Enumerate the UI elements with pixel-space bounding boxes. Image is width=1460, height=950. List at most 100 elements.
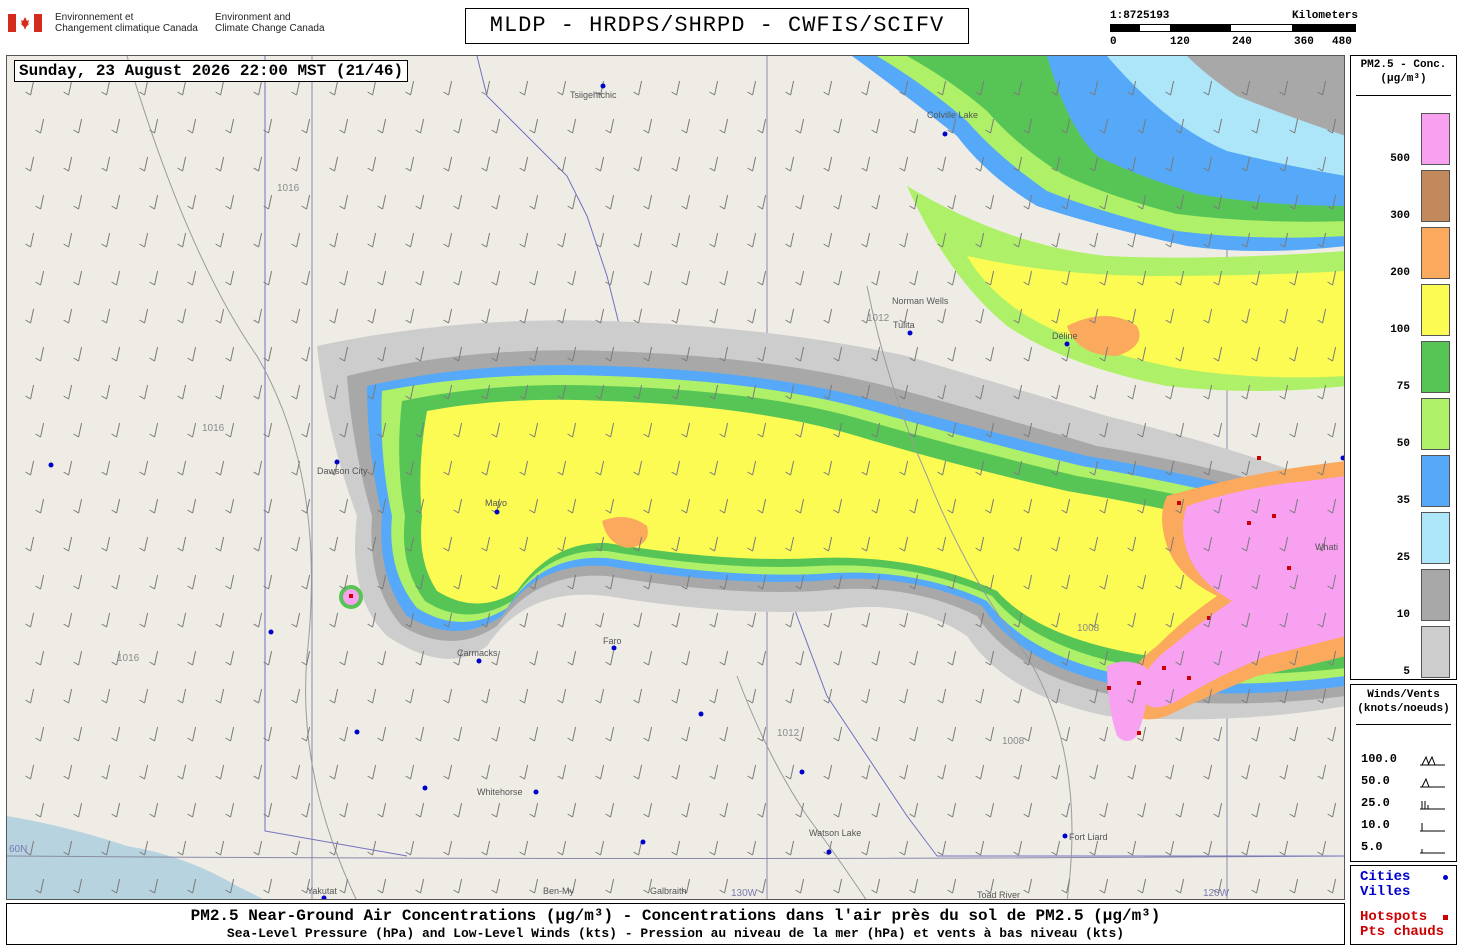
wind-barb <box>1137 878 1147 894</box>
wind-barb <box>73 118 83 134</box>
caption-line-2: Sea-Level Pressure (hPa) and Low-Level W… <box>226 926 1125 941</box>
wind-barb <box>101 460 111 476</box>
wind-barb <box>63 536 73 552</box>
wind-barb <box>177 460 187 476</box>
svg-text:Faro: Faro <box>603 636 622 646</box>
wind-barb <box>747 840 757 856</box>
wind-barb <box>377 802 387 818</box>
wind-barb <box>291 232 301 248</box>
wind-barb <box>605 650 615 666</box>
wind-barb <box>833 726 843 742</box>
wind-barb <box>101 688 111 704</box>
wind-barb <box>785 156 795 172</box>
wind-barb <box>757 270 767 286</box>
wind-barb <box>225 802 235 818</box>
wind-barb <box>557 80 567 96</box>
legend-swatch <box>1421 227 1450 279</box>
wind-barb <box>757 878 767 894</box>
wind-barb <box>605 878 615 894</box>
wind-barb <box>633 688 643 704</box>
wind-barb <box>643 726 653 742</box>
wind-barb <box>823 308 833 324</box>
wind-barb <box>215 308 225 324</box>
wind-barb <box>177 156 187 172</box>
wind-barb <box>291 764 301 780</box>
wind-barb <box>301 270 311 286</box>
wind-barb <box>1061 802 1071 818</box>
wind-barb <box>215 536 225 552</box>
wind-barb <box>453 194 463 210</box>
city-marker[interactable]: Tsiigehtchic <box>570 83 617 101</box>
wind-barb <box>35 726 45 742</box>
wind-barb <box>367 156 377 172</box>
wind-barb <box>871 270 881 286</box>
wind-barb <box>947 878 957 894</box>
wind-barb <box>785 840 795 856</box>
wind-barb <box>747 308 757 324</box>
city-marker[interactable]: Ben-My <box>543 886 575 896</box>
wind-barb <box>985 194 995 210</box>
map-canvas[interactable]: 1016 1016 1016 1012 1012 1008 1008 60N 1… <box>7 56 1345 900</box>
isobar-label: 1016 <box>117 653 140 664</box>
wind-barb-icon <box>1420 849 1445 854</box>
wind-barb <box>719 650 729 666</box>
wind-barb <box>139 308 149 324</box>
city-marker[interactable]: Tulita <box>893 320 915 336</box>
wind-barb <box>1165 840 1175 856</box>
wind-barb <box>671 688 681 704</box>
wind-barb <box>215 688 225 704</box>
isobar-label: 1016 <box>277 183 300 194</box>
city-marker[interactable]: Fort Liard <box>1062 832 1108 842</box>
legend-label: 35 <box>1396 495 1410 507</box>
map-panel[interactable]: 1016 1016 1016 1012 1012 1008 1008 60N 1… <box>6 55 1345 900</box>
wind-barb <box>139 612 149 628</box>
wind-barb <box>329 308 339 324</box>
city-marker[interactable]: Whitehorse <box>477 787 539 797</box>
city-marker[interactable]: Watson Lake <box>809 828 861 855</box>
wind-barb <box>339 118 349 134</box>
city-marker[interactable]: Norman Wells <box>892 296 949 306</box>
city-marker[interactable]: Carmacks <box>457 648 498 664</box>
wind-barb <box>177 840 187 856</box>
wind-barb <box>1251 422 1261 438</box>
wind-barb <box>595 764 605 780</box>
wind-barb <box>605 270 615 286</box>
wind-barb <box>25 688 35 704</box>
wind-barb <box>719 194 729 210</box>
wind-barb <box>1137 802 1147 818</box>
wind-barb <box>253 536 263 552</box>
wind-barb <box>177 80 187 96</box>
wind-barb <box>377 878 387 894</box>
wind-barb <box>557 232 567 248</box>
wind-barb <box>747 232 757 248</box>
city-marker[interactable]: Faro <box>603 636 622 651</box>
wind-barb <box>291 308 301 324</box>
city-marker-icon <box>1443 875 1448 880</box>
wind-barb <box>329 536 339 552</box>
wind-legend-label: 5.0 <box>1361 840 1383 854</box>
wind-barb <box>1327 422 1337 438</box>
wind-barb <box>73 422 83 438</box>
wind-barb <box>367 232 377 248</box>
wind-barb <box>187 270 197 286</box>
wind-barb <box>225 270 235 286</box>
svg-text:Toad River: Toad River <box>977 890 1020 900</box>
city-marker[interactable]: Galbraith <box>650 886 687 896</box>
wind-barb <box>405 308 415 324</box>
wind-barb <box>111 118 121 134</box>
wind-barb <box>947 802 957 818</box>
wind-barb <box>35 574 45 590</box>
wind-barb <box>1099 726 1109 742</box>
wind-barb <box>111 422 121 438</box>
scale-tick: 120 <box>1170 36 1190 48</box>
wind-barb <box>1279 840 1289 856</box>
legend-swatch <box>1421 113 1450 165</box>
wind-barb <box>481 764 491 780</box>
wind-barb <box>567 118 577 134</box>
wind-barb <box>529 194 539 210</box>
wind-barb <box>187 802 197 818</box>
wind-barb <box>1051 764 1061 780</box>
wind-barb <box>73 574 83 590</box>
wind-barb <box>177 764 187 780</box>
city-marker[interactable]: Toad River <box>977 890 1020 900</box>
